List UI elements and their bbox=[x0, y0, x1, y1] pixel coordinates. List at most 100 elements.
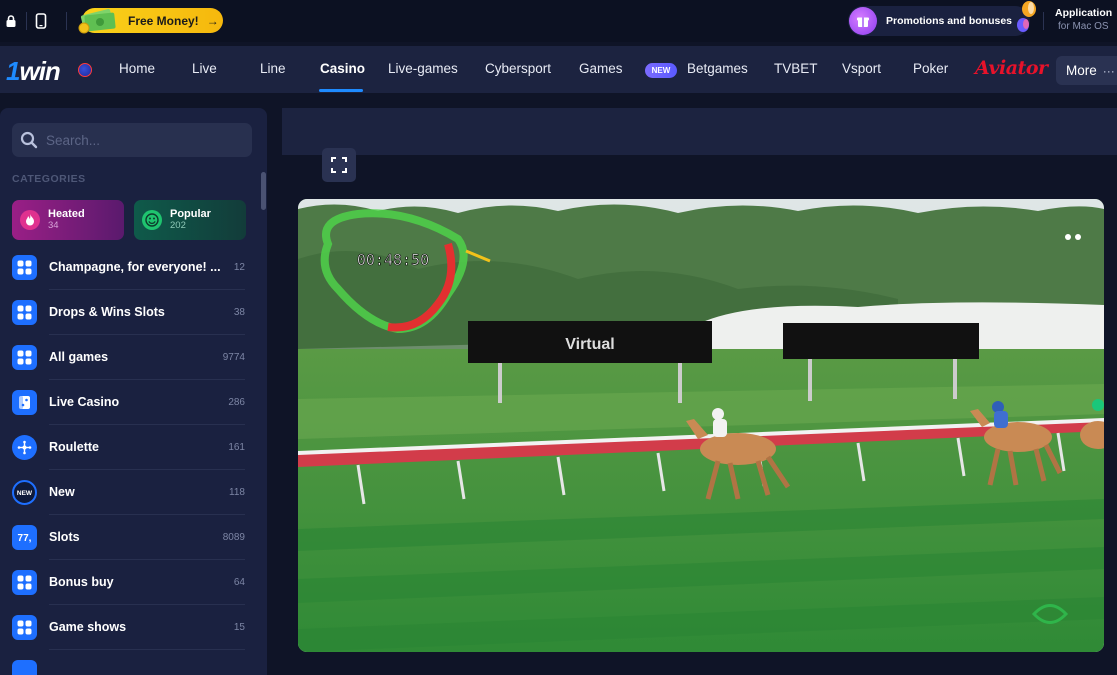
logo-win: win bbox=[19, 56, 60, 86]
category-item-partial[interactable] bbox=[0, 650, 267, 675]
main-nav: 1win Home Live Line Casino Live-games Cy… bbox=[0, 46, 1117, 93]
divider bbox=[66, 12, 67, 30]
promotions-label: Promotions and bonuses bbox=[886, 15, 1013, 27]
billboard-text: Virtual bbox=[565, 336, 615, 353]
category-item[interactable]: Roulette 161 bbox=[0, 425, 267, 470]
more-button[interactable]: More ··· bbox=[1056, 56, 1117, 85]
grid-icon bbox=[12, 255, 37, 280]
new-badge: NEW bbox=[645, 63, 677, 78]
flag-icon[interactable] bbox=[78, 63, 92, 77]
nav-aviator[interactable]: Aviator bbox=[975, 57, 1048, 79]
game-header-bar bbox=[282, 108, 1117, 155]
logo-one: 1 bbox=[6, 56, 21, 86]
new-icon: NEW bbox=[12, 480, 37, 505]
nav-home[interactable]: Home bbox=[119, 61, 155, 76]
category-item[interactable]: NEW New 118 bbox=[0, 470, 267, 515]
free-money-label: Free Money! bbox=[128, 13, 199, 28]
grid-icon bbox=[12, 300, 37, 325]
category-count: 8089 bbox=[222, 532, 245, 543]
grid-icon bbox=[12, 615, 37, 640]
active-tab-indicator bbox=[319, 89, 363, 92]
category-list: Champagne, for everyone! ... 12 Drops & … bbox=[0, 245, 267, 675]
nav-casino[interactable]: Casino bbox=[320, 61, 365, 76]
category-label: Champagne, for everyone! ... bbox=[49, 260, 221, 274]
sidebar: CATEGORIES Heated 34 Popular 202 Champag… bbox=[0, 108, 267, 675]
lock-icon[interactable] bbox=[0, 10, 22, 32]
balloons-icon bbox=[1017, 1, 1036, 32]
app-title: Application bbox=[1055, 7, 1113, 19]
gift-icon bbox=[849, 7, 877, 35]
svg-text:77,: 77, bbox=[18, 533, 32, 543]
category-count: 118 bbox=[229, 487, 245, 498]
divider bbox=[26, 12, 27, 30]
category-label: Slots bbox=[49, 530, 80, 544]
chip-heated[interactable]: Heated 34 bbox=[12, 200, 124, 240]
category-item[interactable]: Champagne, for everyone! ... 12 bbox=[0, 245, 267, 290]
dice-icon bbox=[12, 390, 37, 415]
category-count: 9774 bbox=[222, 352, 245, 363]
nav-games[interactable]: Games bbox=[579, 61, 623, 76]
category-item[interactable]: 77, Slots 8089 bbox=[0, 515, 267, 560]
sidebar-scrollbar[interactable] bbox=[261, 172, 266, 210]
nav-tvbet[interactable]: TVBET bbox=[774, 61, 818, 76]
grid-icon bbox=[12, 570, 37, 595]
category-label: Live Casino bbox=[49, 395, 120, 409]
chip-popular[interactable]: Popular 202 bbox=[134, 200, 246, 240]
chip-heated-label: Heated bbox=[48, 208, 85, 220]
category-label: Game shows bbox=[49, 620, 127, 634]
svg-text:NEW: NEW bbox=[17, 490, 33, 497]
free-money-button[interactable]: Free Money! → bbox=[78, 8, 223, 34]
game-video[interactable]: Virtual 00:48:50 bbox=[298, 199, 1104, 652]
category-item[interactable]: Bonus buy 64 bbox=[0, 560, 267, 605]
category-count: 161 bbox=[228, 442, 245, 453]
nav-poker[interactable]: Poker bbox=[913, 61, 948, 76]
chip-popular-count: 202 bbox=[170, 220, 186, 231]
fullscreen-icon bbox=[331, 157, 347, 173]
category-item[interactable]: Game shows 15 bbox=[0, 605, 267, 650]
app-subtitle: for Mac OS bbox=[1058, 21, 1109, 32]
category-label: New bbox=[49, 485, 75, 499]
categories-heading: CATEGORIES bbox=[12, 173, 86, 185]
category-label: Roulette bbox=[49, 440, 99, 454]
category-label: Drops & Wins Slots bbox=[49, 305, 165, 319]
roulette-icon bbox=[12, 435, 37, 460]
search-box[interactable] bbox=[12, 123, 252, 157]
chip-popular-label: Popular bbox=[170, 208, 211, 220]
race-timer: 00:48:50 bbox=[357, 251, 429, 269]
search-icon bbox=[20, 131, 38, 149]
category-count: 286 bbox=[228, 397, 245, 408]
search-input[interactable] bbox=[46, 132, 236, 148]
money-stack-icon bbox=[78, 9, 116, 34]
nav-live-games[interactable]: Live-games bbox=[388, 61, 458, 76]
nav-betgames[interactable]: Betgames bbox=[687, 61, 748, 76]
category-count: 64 bbox=[233, 577, 245, 588]
category-item[interactable]: Drops & Wins Slots 38 bbox=[0, 290, 267, 335]
category-count: 15 bbox=[233, 622, 245, 633]
fullscreen-button[interactable] bbox=[322, 148, 356, 182]
divider bbox=[1043, 12, 1044, 30]
nav-line[interactable]: Line bbox=[260, 61, 286, 76]
horse-race-scene: Virtual 00:48:50 bbox=[298, 199, 1104, 652]
category-item[interactable]: Live Casino 286 bbox=[0, 380, 267, 425]
chip-heated-count: 34 bbox=[48, 220, 59, 231]
nav-vsport[interactable]: Vsport bbox=[842, 61, 881, 76]
smiley-icon bbox=[142, 210, 162, 230]
logo[interactable]: 1win bbox=[6, 56, 61, 87]
nav-live[interactable]: Live bbox=[192, 61, 217, 76]
category-count: 38 bbox=[233, 307, 245, 318]
more-label: More bbox=[1066, 63, 1097, 78]
category-item[interactable]: All games 9774 bbox=[0, 335, 267, 380]
grid-icon bbox=[12, 345, 37, 370]
arrow-right-icon: → bbox=[206, 13, 219, 28]
promotions-button[interactable]: Promotions and bonuses bbox=[848, 6, 1030, 36]
nav-cybersport[interactable]: Cybersport bbox=[485, 61, 551, 76]
category-label: Bonus buy bbox=[49, 575, 114, 589]
more-dots-icon: ··· bbox=[1102, 63, 1115, 78]
category-label: All games bbox=[49, 350, 109, 364]
grid-icon bbox=[12, 660, 37, 675]
app-download-link[interactable]: Application for Mac OS bbox=[1048, 7, 1117, 33]
mobile-icon[interactable] bbox=[30, 10, 52, 32]
flame-icon bbox=[20, 210, 40, 230]
slots-icon: 77, bbox=[12, 525, 37, 550]
category-count: 12 bbox=[233, 262, 245, 273]
